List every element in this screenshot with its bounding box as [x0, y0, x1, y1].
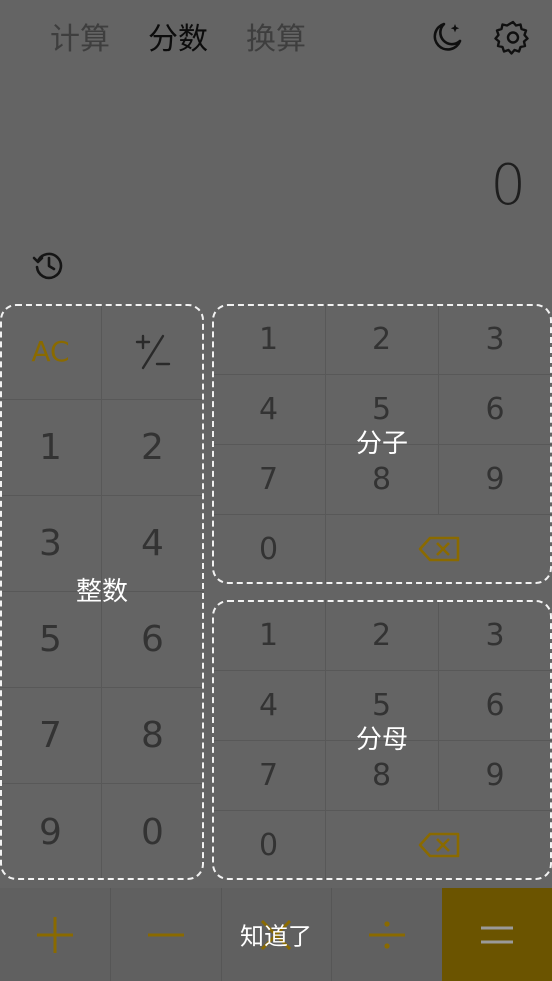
result-display: 0 [490, 153, 526, 218]
numerator-pad-label: 分子 [355, 429, 409, 459]
add-button[interactable] [0, 888, 110, 981]
integer-key-9[interactable]: 9 [0, 784, 101, 880]
integer-key-1[interactable]: 1 [0, 400, 101, 495]
tab-calculate[interactable]: 计算 [50, 18, 110, 62]
denominator-backspace-button[interactable] [325, 810, 552, 880]
settings-gear-icon[interactable] [494, 18, 532, 56]
denominator-key-9[interactable]: 9 [438, 740, 552, 810]
numerator-key-6[interactable]: 6 [438, 374, 552, 444]
plus-icon [37, 916, 73, 953]
divide-icon [368, 920, 405, 949]
integer-pad-label: 整数 [75, 577, 129, 607]
numerator-key-3[interactable]: 3 [438, 304, 552, 374]
numerator-pad: 1 2 3 4 5 6 7 8 9 0 分子 [212, 304, 552, 584]
numerator-key-9[interactable]: 9 [438, 444, 552, 514]
plus-minus-icon [135, 334, 170, 369]
equals-button[interactable] [442, 888, 552, 981]
denominator-key-1[interactable]: 1 [212, 600, 325, 670]
numerator-key-4[interactable]: 4 [212, 374, 325, 444]
denominator-key-0[interactable]: 0 [212, 810, 325, 880]
denominator-pad-label: 分母 [355, 725, 409, 755]
integer-key-0[interactable]: 0 [101, 784, 204, 880]
integer-key-8[interactable]: 8 [101, 688, 204, 783]
backspace-icon [418, 536, 459, 562]
numerator-key-7[interactable]: 7 [212, 444, 325, 514]
equals-icon [481, 926, 513, 943]
denominator-key-6[interactable]: 6 [438, 670, 552, 740]
dismiss-guide-button[interactable]: 知道了 [240, 917, 312, 952]
numerator-key-0[interactable]: 0 [212, 514, 325, 584]
integer-pad: AC 1 2 3 4 5 6 7 8 9 0 整数 [0, 304, 204, 880]
history-clock-icon[interactable] [32, 248, 66, 282]
numerator-key-1[interactable]: 1 [212, 304, 325, 374]
tab-fraction[interactable]: 分数 [148, 18, 208, 62]
integer-key-7[interactable]: 7 [0, 688, 101, 783]
numerator-key-2[interactable]: 2 [325, 304, 438, 374]
denominator-key-7[interactable]: 7 [212, 740, 325, 810]
dark-mode-moon-icon[interactable] [428, 18, 466, 56]
backspace-icon [418, 832, 459, 858]
all-clear-button[interactable]: AC [0, 304, 101, 399]
denominator-pad: 1 2 3 4 5 6 7 8 9 0 分母 [212, 600, 552, 880]
denominator-key-3[interactable]: 3 [438, 600, 552, 670]
integer-key-2[interactable]: 2 [101, 400, 204, 495]
denominator-key-2[interactable]: 2 [325, 600, 438, 670]
plus-minus-button[interactable] [101, 304, 204, 399]
tab-convert[interactable]: 换算 [246, 18, 306, 62]
numerator-backspace-button[interactable] [325, 514, 552, 584]
subtract-button[interactable] [110, 888, 221, 981]
denominator-key-4[interactable]: 4 [212, 670, 325, 740]
divide-button[interactable] [331, 888, 442, 981]
minus-icon [147, 933, 184, 936]
